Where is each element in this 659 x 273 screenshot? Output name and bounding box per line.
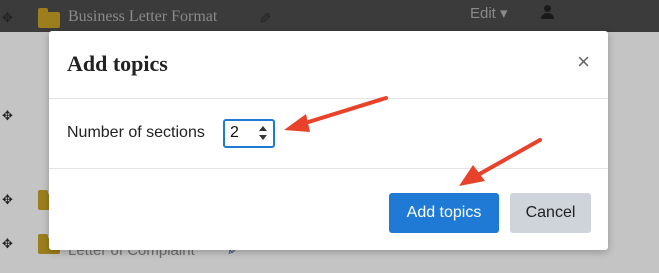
- cancel-button[interactable]: Cancel: [510, 193, 591, 233]
- move-icon: ✥: [2, 236, 13, 251]
- folder-icon: [38, 8, 60, 28]
- chevron-up-icon[interactable]: [259, 126, 267, 131]
- background-course-title: Business Letter Format: [68, 8, 218, 25]
- user-icon: [540, 5, 554, 19]
- number-of-sections-value: 2: [230, 124, 239, 141]
- move-icon: ✥: [2, 108, 13, 123]
- chevron-down-icon[interactable]: [259, 135, 267, 140]
- add-topics-button[interactable]: Add topics: [389, 193, 499, 233]
- dialog-body: Number of sections 2: [49, 99, 608, 169]
- dialog-header: Add topics ×: [49, 31, 608, 99]
- dialog-title: Add topics: [67, 51, 168, 76]
- dialog-footer: Add topics Cancel: [49, 169, 608, 250]
- edit-menu: Edit ▾: [470, 5, 508, 22]
- move-icon: ✥: [2, 10, 13, 25]
- number-of-sections-stepper[interactable]: 2: [223, 119, 275, 148]
- close-icon[interactable]: ×: [577, 51, 590, 73]
- move-icon: ✥: [2, 192, 13, 207]
- number-of-sections-label: Number of sections: [67, 124, 205, 141]
- pencil-icon: ✎: [255, 11, 273, 25]
- add-topics-dialog: Add topics × Number of sections 2 Add to…: [49, 31, 608, 250]
- stepper-buttons[interactable]: [257, 124, 269, 143]
